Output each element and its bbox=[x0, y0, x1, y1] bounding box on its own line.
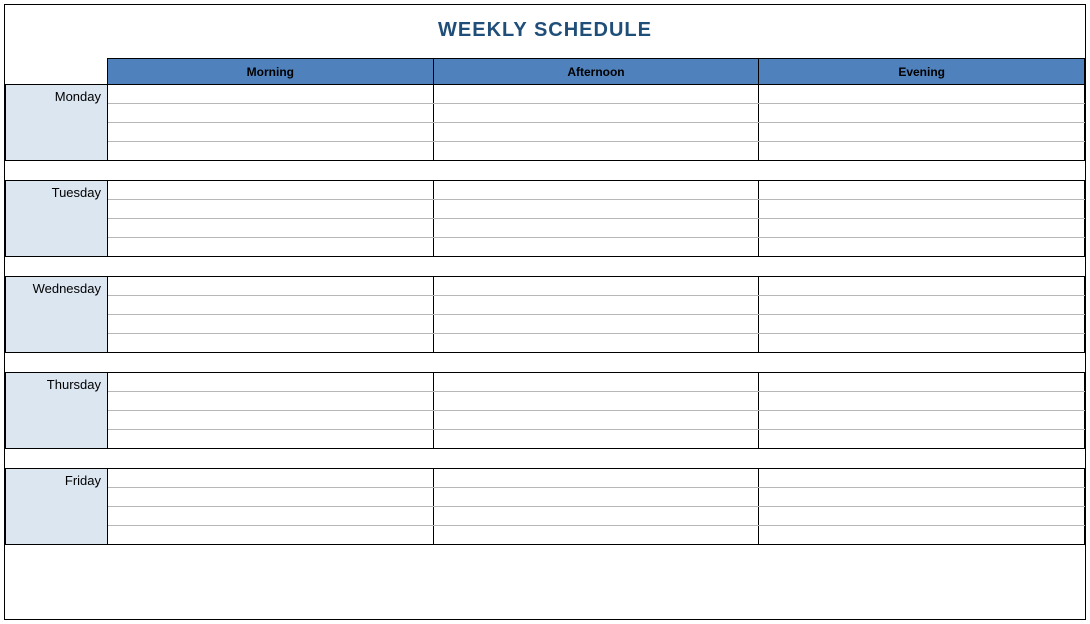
day-label-monday: Monday bbox=[6, 85, 108, 161]
schedule-cell[interactable] bbox=[108, 334, 434, 353]
schedule-cell[interactable] bbox=[759, 315, 1085, 334]
page-title: WEEKLY SCHEDULE bbox=[5, 5, 1085, 58]
schedule-cell[interactable] bbox=[433, 430, 759, 449]
table-row bbox=[6, 526, 1085, 545]
schedule-cell[interactable] bbox=[433, 315, 759, 334]
gap-row bbox=[6, 161, 1085, 181]
schedule-cell[interactable] bbox=[759, 200, 1085, 219]
schedule-cell[interactable] bbox=[108, 104, 434, 123]
schedule-cell[interactable] bbox=[108, 238, 434, 257]
table-row bbox=[6, 411, 1085, 430]
schedule-cell[interactable] bbox=[108, 392, 434, 411]
schedule-cell[interactable] bbox=[108, 296, 434, 315]
schedule-cell[interactable] bbox=[433, 488, 759, 507]
gap-row bbox=[6, 449, 1085, 469]
schedule-table: Morning Afternoon Evening Monday bbox=[5, 58, 1085, 545]
schedule-cell[interactable] bbox=[108, 219, 434, 238]
table-row bbox=[6, 392, 1085, 411]
schedule-cell[interactable] bbox=[433, 219, 759, 238]
schedule-cell[interactable] bbox=[759, 104, 1085, 123]
column-header-morning: Morning bbox=[108, 59, 434, 85]
schedule-cell[interactable] bbox=[108, 507, 434, 526]
table-row bbox=[6, 488, 1085, 507]
day-label-tuesday: Tuesday bbox=[6, 181, 108, 257]
schedule-cell[interactable] bbox=[759, 373, 1085, 392]
schedule-cell[interactable] bbox=[108, 373, 434, 392]
gap-row bbox=[6, 257, 1085, 277]
schedule-cell[interactable] bbox=[433, 334, 759, 353]
schedule-cell[interactable] bbox=[759, 296, 1085, 315]
day-label-wednesday: Wednesday bbox=[6, 277, 108, 353]
table-row: Friday bbox=[6, 469, 1085, 488]
schedule-cell[interactable] bbox=[433, 123, 759, 142]
table-row bbox=[6, 142, 1085, 161]
schedule-cell[interactable] bbox=[108, 200, 434, 219]
table-row: Monday bbox=[6, 85, 1085, 104]
schedule-cell[interactable] bbox=[433, 277, 759, 296]
schedule-cell[interactable] bbox=[759, 488, 1085, 507]
schedule-cell[interactable] bbox=[433, 238, 759, 257]
schedule-cell[interactable] bbox=[759, 219, 1085, 238]
schedule-cell[interactable] bbox=[433, 181, 759, 200]
schedule-cell[interactable] bbox=[108, 181, 434, 200]
schedule-cell[interactable] bbox=[759, 507, 1085, 526]
schedule-cell[interactable] bbox=[433, 373, 759, 392]
schedule-cell[interactable] bbox=[759, 142, 1085, 161]
schedule-cell[interactable] bbox=[759, 123, 1085, 142]
schedule-cell[interactable] bbox=[433, 200, 759, 219]
table-row: Tuesday bbox=[6, 181, 1085, 200]
schedule-cell[interactable] bbox=[433, 104, 759, 123]
schedule-cell[interactable] bbox=[108, 430, 434, 449]
schedule-cell[interactable] bbox=[759, 238, 1085, 257]
schedule-cell[interactable] bbox=[759, 469, 1085, 488]
header-spacer bbox=[6, 59, 108, 85]
schedule-cell[interactable] bbox=[108, 315, 434, 334]
schedule-cell[interactable] bbox=[759, 430, 1085, 449]
schedule-cell[interactable] bbox=[108, 526, 434, 545]
table-row: Thursday bbox=[6, 373, 1085, 392]
table-row bbox=[6, 219, 1085, 238]
schedule-cell[interactable] bbox=[759, 181, 1085, 200]
schedule-cell[interactable] bbox=[433, 507, 759, 526]
table-row bbox=[6, 123, 1085, 142]
table-row bbox=[6, 334, 1085, 353]
gap-row bbox=[6, 353, 1085, 373]
day-label-thursday: Thursday bbox=[6, 373, 108, 449]
schedule-cell[interactable] bbox=[108, 469, 434, 488]
schedule-cell[interactable] bbox=[108, 411, 434, 430]
table-row bbox=[6, 104, 1085, 123]
schedule-cell[interactable] bbox=[433, 296, 759, 315]
column-header-afternoon: Afternoon bbox=[433, 59, 759, 85]
schedule-cell[interactable] bbox=[759, 277, 1085, 296]
table-row bbox=[6, 507, 1085, 526]
schedule-cell[interactable] bbox=[433, 392, 759, 411]
schedule-cell[interactable] bbox=[433, 85, 759, 104]
schedule-cell[interactable] bbox=[759, 526, 1085, 545]
day-label-friday: Friday bbox=[6, 469, 108, 545]
table-row bbox=[6, 296, 1085, 315]
schedule-cell[interactable] bbox=[433, 411, 759, 430]
schedule-cell[interactable] bbox=[759, 392, 1085, 411]
schedule-cell[interactable] bbox=[108, 123, 434, 142]
schedule-cell[interactable] bbox=[433, 469, 759, 488]
schedule-cell[interactable] bbox=[759, 85, 1085, 104]
schedule-cell[interactable] bbox=[759, 411, 1085, 430]
schedule-cell[interactable] bbox=[108, 85, 434, 104]
schedule-cell[interactable] bbox=[759, 334, 1085, 353]
table-row bbox=[6, 315, 1085, 334]
schedule-container: WEEKLY SCHEDULE Morning Afternoon Evenin… bbox=[4, 4, 1086, 620]
schedule-cell[interactable] bbox=[433, 526, 759, 545]
schedule-cell[interactable] bbox=[108, 277, 434, 296]
table-row bbox=[6, 430, 1085, 449]
table-row: Wednesday bbox=[6, 277, 1085, 296]
header-row: Morning Afternoon Evening bbox=[6, 59, 1085, 85]
schedule-cell[interactable] bbox=[108, 488, 434, 507]
table-row bbox=[6, 200, 1085, 219]
column-header-evening: Evening bbox=[759, 59, 1085, 85]
schedule-cell[interactable] bbox=[433, 142, 759, 161]
schedule-cell[interactable] bbox=[108, 142, 434, 161]
table-row bbox=[6, 238, 1085, 257]
